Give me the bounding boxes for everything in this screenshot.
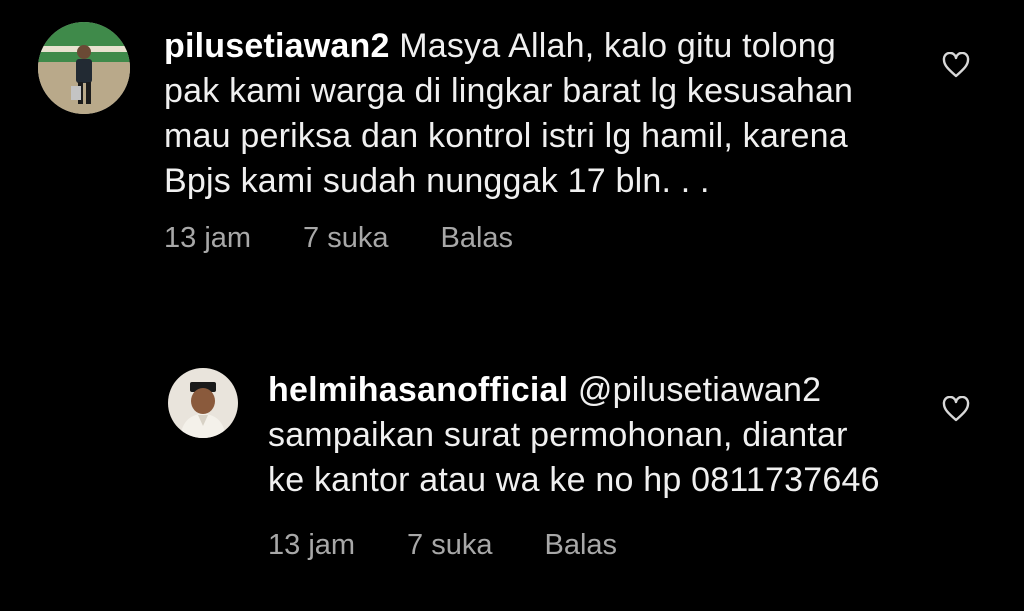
reply-comment-item: helmihasanofficial @pilusetiawan2 sampai… (168, 366, 978, 562)
avatar-image (38, 22, 130, 114)
avatar[interactable] (38, 22, 130, 114)
heart-outline-icon[interactable] (942, 51, 970, 78)
comment-likes[interactable]: 7 suka (407, 529, 492, 562)
comment-body: helmihasanofficial @pilusetiawan2 sampai… (268, 368, 978, 562)
heart-outline-icon[interactable] (942, 395, 970, 422)
comment-text-block: helmihasanofficial @pilusetiawan2 sampai… (268, 368, 888, 503)
avatar[interactable] (168, 368, 238, 438)
comment-text-block: pilusetiawan2 Masya Allah, kalo gitu tol… (164, 24, 884, 204)
comment-meta: 13 jam 7 suka Balas (164, 222, 978, 255)
comment-time: 13 jam (164, 222, 252, 254)
comment-likes[interactable]: 7 suka (303, 222, 388, 255)
avatar-image (168, 368, 238, 438)
comment-body: pilusetiawan2 Masya Allah, kalo gitu tol… (164, 24, 978, 255)
comment-item: pilusetiawan2 Masya Allah, kalo gitu tol… (38, 22, 978, 255)
comment-time: 13 jam (268, 529, 356, 561)
comment-username[interactable]: helmihasanofficial (268, 371, 568, 409)
comment-meta: 13 jam 7 suka Balas (268, 529, 978, 562)
reply-button[interactable]: Balas (545, 529, 618, 562)
comment-username[interactable]: pilusetiawan2 (164, 27, 390, 65)
reply-button[interactable]: Balas (441, 222, 514, 255)
